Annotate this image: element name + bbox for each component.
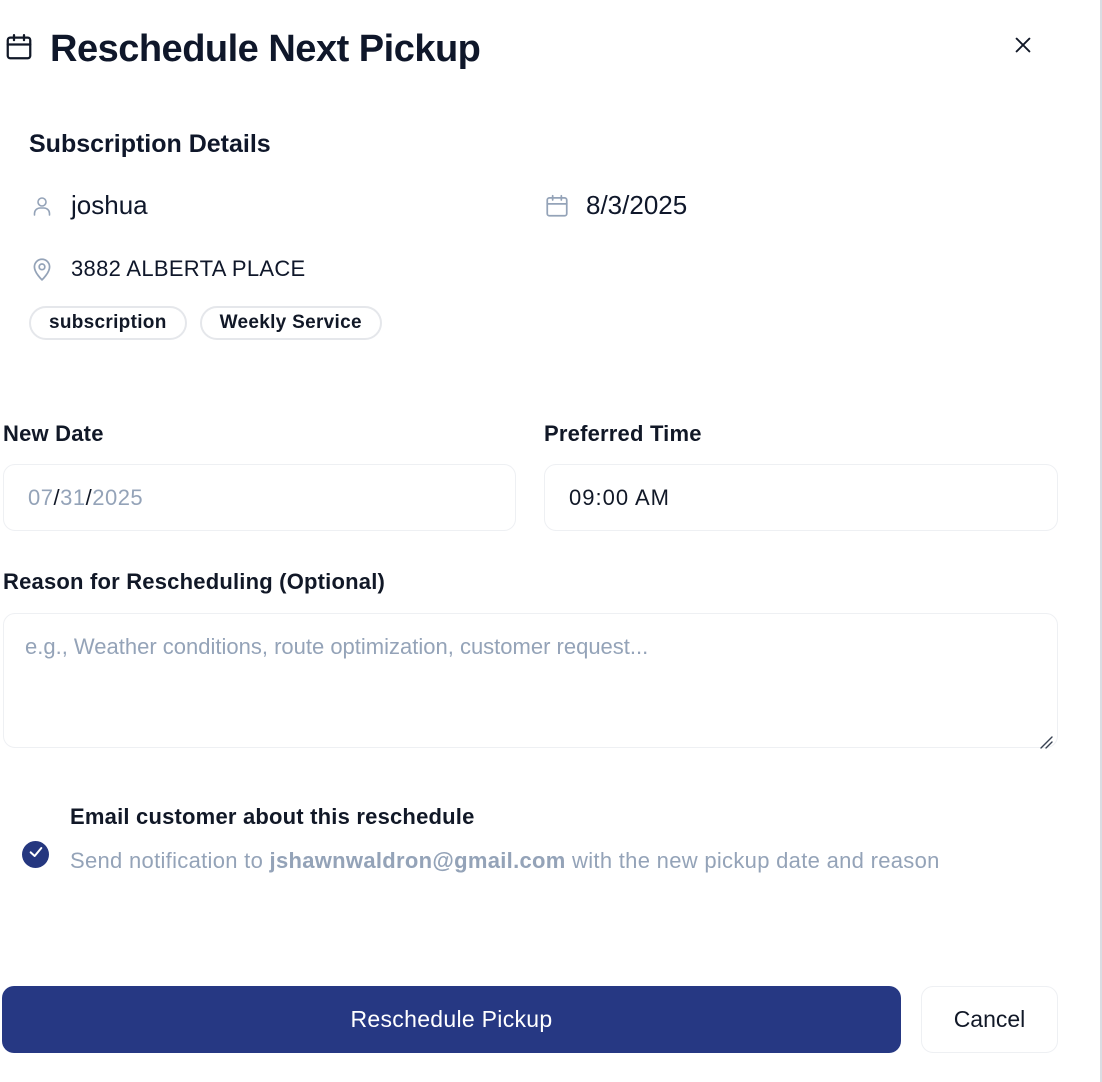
close-button[interactable] <box>1006 30 1040 64</box>
date-month[interactable]: 07 <box>28 485 53 511</box>
preferred-time-input[interactable]: 09:00 AM <box>544 464 1058 531</box>
reschedule-dialog: Reschedule Next Pickup Subscription Deta… <box>0 0 1102 1082</box>
checkmark-icon <box>28 844 44 865</box>
date-year[interactable]: 2025 <box>92 485 143 511</box>
email-desc-prefix: Send notification to <box>70 848 270 873</box>
date-separator: / <box>53 484 61 510</box>
badge-subscription: subscription <box>29 306 187 340</box>
badge-weekly-service: Weekly Service <box>199 306 382 340</box>
new-date-input[interactable]: 07/31/2025 <box>3 464 516 531</box>
user-icon <box>29 193 55 219</box>
reschedule-pickup-button[interactable]: Reschedule Pickup <box>2 986 901 1053</box>
date-separator: / <box>85 484 93 510</box>
resize-handle-icon[interactable] <box>1039 729 1053 749</box>
preferred-time-label: Preferred Time <box>544 421 702 446</box>
customer-email: jshawnwaldron@gmail.com <box>269 848 566 873</box>
subscription-date-row: 8/3/2025 <box>544 190 687 221</box>
email-option-description: Send notification to jshawnwaldron@gmail… <box>70 844 990 878</box>
customer-name-row: joshua <box>29 190 148 221</box>
cancel-button[interactable]: Cancel <box>921 986 1058 1053</box>
email-customer-checkbox[interactable] <box>22 841 49 868</box>
reason-label: Reason for Rescheduling (Optional) <box>3 569 386 594</box>
map-pin-icon <box>29 256 55 282</box>
subscription-details-heading: Subscription Details <box>29 130 271 158</box>
address-row: 3882 ALBERTA PLACE <box>29 256 306 282</box>
email-desc-suffix: with the new pickup date and reason <box>565 848 940 873</box>
dialog-title: Reschedule Next Pickup <box>50 28 481 70</box>
calendar-icon <box>544 193 570 219</box>
reason-textarea[interactable]: e.g., Weather conditions, route optimiza… <box>3 613 1058 749</box>
address-text: 3882 ALBERTA PLACE <box>71 256 306 281</box>
calendar-icon <box>4 32 34 62</box>
new-date-label: New Date <box>3 421 104 446</box>
email-option-title: Email customer about this reschedule <box>70 804 475 829</box>
date-day[interactable]: 31 <box>60 485 85 511</box>
customer-name: joshua <box>71 190 148 220</box>
badge-list: subscription Weekly Service <box>29 306 382 340</box>
subscription-date: 8/3/2025 <box>586 190 688 220</box>
close-icon <box>1012 34 1034 61</box>
reason-placeholder: e.g., Weather conditions, route optimiza… <box>25 634 649 659</box>
